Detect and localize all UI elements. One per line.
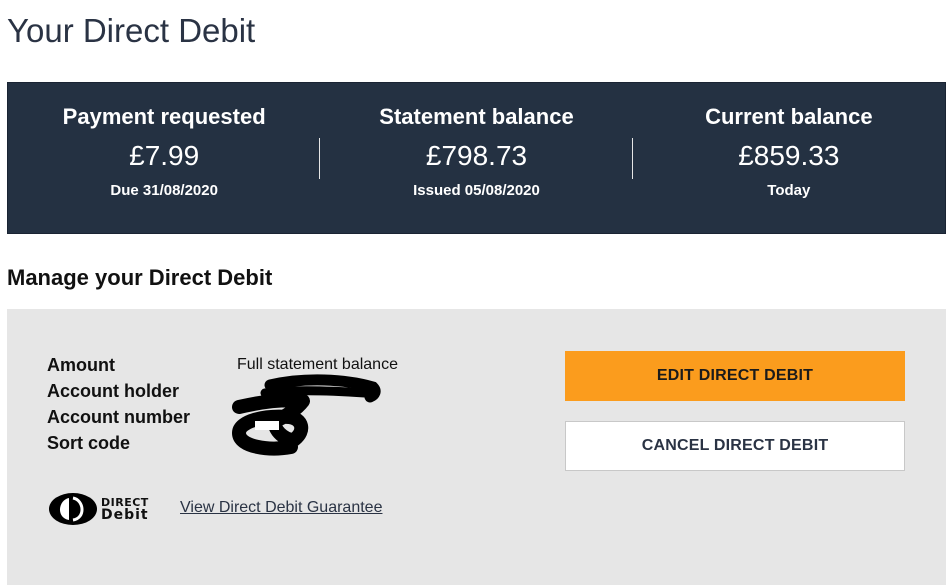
statement-balance-amount: £798.73 — [425, 140, 528, 171]
direct-debit-logo: DIRECT Debit — [48, 492, 149, 526]
current-balance-column: Current balance £859.33 Today — [633, 83, 945, 233]
current-balance-label: Current balance — [705, 104, 873, 129]
logo-line-2: Debit — [101, 507, 149, 523]
amount-label: Amount — [47, 354, 115, 375]
current-balance-date: Today — [767, 182, 811, 199]
payment-requested-column: Payment requested £7.99 Due 31/08/2020 — [8, 83, 321, 233]
statement-balance-label: Statement balance — [379, 104, 574, 129]
payment-due-date: Due 31/08/2020 — [110, 182, 218, 199]
direct-debit-wordmark: DIRECT Debit — [101, 497, 149, 523]
page-title: Your Direct Debit — [7, 12, 256, 49]
payment-requested-label: Payment requested — [62, 104, 266, 129]
cancel-direct-debit-button[interactable]: CANCEL DIRECT DEBIT — [565, 421, 905, 471]
statement-balance-column: Statement balance £798.73 Issued 05/08/2… — [320, 83, 633, 233]
account-number-label: Account number — [47, 406, 191, 427]
balance-summary-panel: Payment requested £7.99 Due 31/08/2020 S… — [7, 82, 946, 234]
sort-code-label: Sort code — [47, 432, 131, 453]
payment-requested-amount: £7.99 — [129, 140, 200, 171]
account-holder-label: Account holder — [47, 380, 180, 401]
view-guarantee-link[interactable]: View Direct Debit Guarantee — [180, 499, 382, 517]
direct-debit-mark-icon — [49, 493, 97, 525]
statement-issued-date: Issued 05/08/2020 — [413, 182, 540, 199]
edit-direct-debit-button[interactable]: EDIT DIRECT DEBIT — [565, 351, 905, 401]
redaction-scribble — [232, 374, 381, 456]
current-balance-amount: £859.33 — [738, 140, 840, 171]
manage-section-title: Manage your Direct Debit — [7, 265, 273, 290]
manage-direct-debit-panel: Amount Full statement balance Account ho… — [7, 309, 946, 585]
